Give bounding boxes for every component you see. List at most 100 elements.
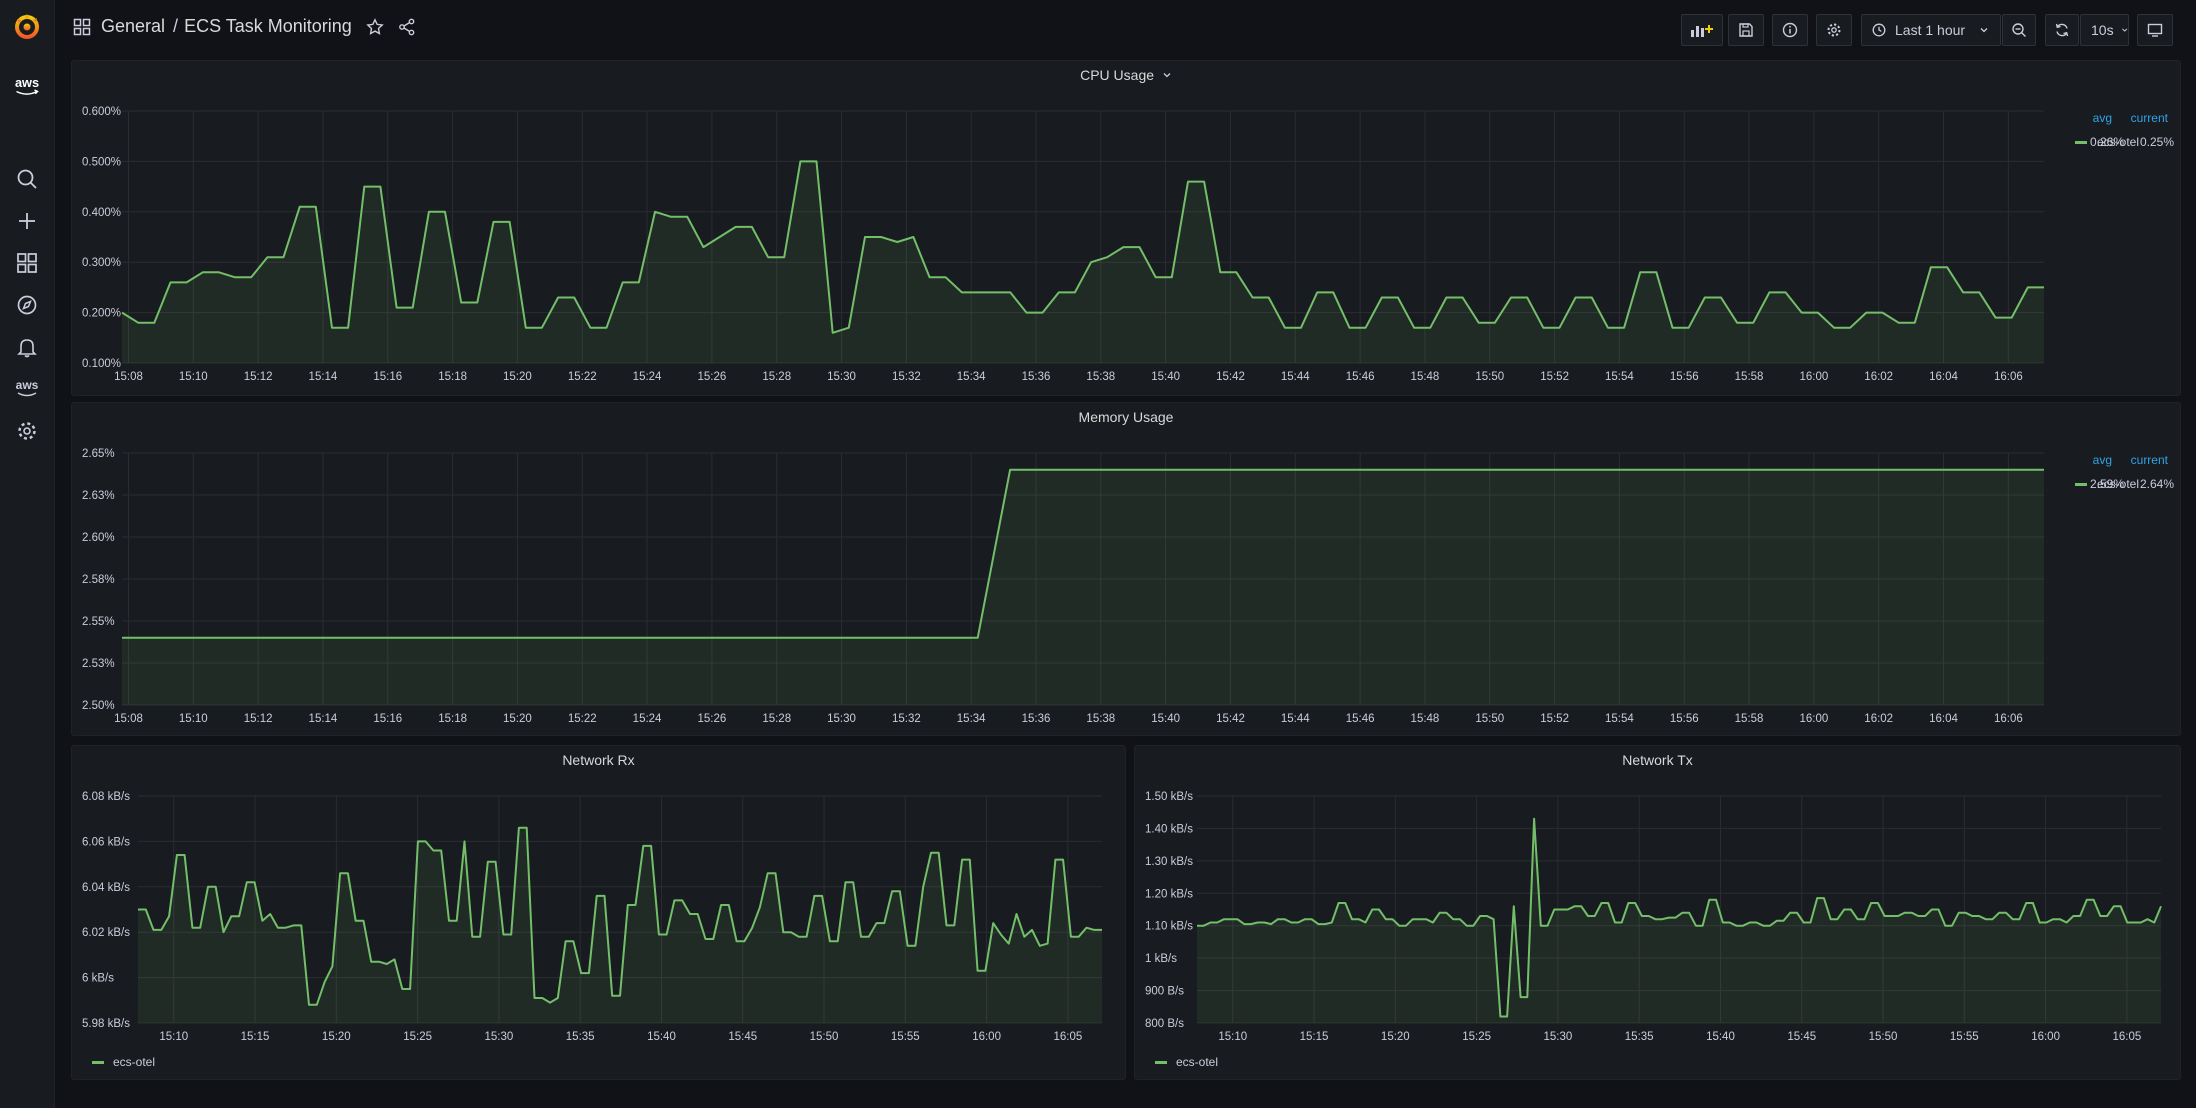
x-tick-label: 15:20 — [503, 371, 532, 383]
x-tick-label: 15:18 — [438, 713, 467, 725]
add-panel-icon — [1691, 25, 1713, 37]
x-tick-label: 15:36 — [1022, 713, 1051, 725]
x-tick-label: 15:08 — [114, 713, 143, 725]
series-area-ecs-otel — [1197, 818, 2161, 1023]
x-tick-label: 16:06 — [1994, 371, 2023, 383]
x-tick-label: 15:12 — [244, 371, 273, 383]
x-tick-label: 15:12 — [244, 713, 273, 725]
star-icon[interactable] — [366, 17, 384, 36]
panel-network-rx[interactable]: Network Rx ecs-otel 5.98 kB/s 6 kB/s 6.02 … — [71, 745, 1126, 1080]
x-tick-label: 15:45 — [1787, 1031, 1816, 1043]
tv-mode-button[interactable] — [2137, 14, 2173, 46]
breadcrumb-folder[interactable]: General — [101, 16, 165, 37]
x-tick-label: 15:36 — [1022, 371, 1051, 383]
x-tick-label: 15:15 — [241, 1031, 270, 1043]
memory-usage-chart[interactable]: avg current ecs-otel 2.59% 2.64% 2.50%2.… — [72, 403, 2182, 737]
panel-network-tx[interactable]: Network Tx ecs-otel 800 B/s 900 B/s 1 kB/s… — [1134, 745, 2181, 1080]
y-tick-label: 1.10 kB/s — [1145, 921, 1193, 933]
legend-value-current: 2.64% — [2140, 477, 2174, 491]
legend-series-name[interactable]: ecs-otel — [1176, 1055, 1218, 1069]
x-tick-label: 15:22 — [568, 371, 597, 383]
aws-logo-icon[interactable]: aws — [12, 70, 42, 104]
x-tick-label: 15:35 — [1625, 1031, 1654, 1043]
x-tick-label: 15:28 — [762, 713, 791, 725]
x-tick-label: 15:08 — [114, 371, 143, 383]
clock-icon — [1872, 23, 1886, 37]
dashboard-settings-button[interactable] — [1816, 14, 1852, 46]
network-rx-chart[interactable]: ecs-otel 5.98 kB/s 6 kB/s 6.02 kB/s 6.04 kB… — [72, 746, 1127, 1081]
y-tick-label: 800 B/s — [1145, 1018, 1184, 1030]
y-tick-label: 1.40 kB/s — [1145, 823, 1193, 835]
search-icon[interactable] — [12, 164, 42, 194]
x-tick-label: 15:50 — [1475, 371, 1504, 383]
y-tick-label: 6.04 kB/s — [82, 882, 130, 894]
x-tick-label: 15:30 — [827, 371, 856, 383]
y-tick-label: 1 kB/s — [1145, 953, 1177, 965]
legend-header-current[interactable]: current — [2131, 453, 2169, 467]
y-tick-label: 0.500% — [82, 156, 121, 168]
legend-header-avg[interactable]: avg — [2093, 111, 2112, 125]
y-tick-label: 2.63% — [82, 490, 115, 502]
x-tick-label: 15:30 — [484, 1031, 513, 1043]
legend-header-current[interactable]: current — [2131, 111, 2169, 125]
x-tick-label: 15:42 — [1216, 713, 1245, 725]
zoom-out-button[interactable] — [2002, 14, 2036, 46]
x-tick-label: 16:04 — [1929, 371, 1958, 383]
network-tx-chart[interactable]: ecs-otel 800 B/s 900 B/s 1 kB/s 1.10 kB/s 1.… — [1135, 746, 2182, 1081]
sidebar: aws aws — [0, 0, 55, 1108]
refresh-interval-picker[interactable]: 10s — [2080, 14, 2129, 46]
legend-value-avg: 0.26% — [2090, 135, 2124, 149]
y-tick-label: 6.02 kB/s — [82, 927, 130, 939]
dashboard-grid-icon — [73, 18, 91, 35]
y-tick-label: 1.30 kB/s — [1145, 856, 1193, 868]
x-tick-label: 15:52 — [1540, 371, 1569, 383]
x-tick-label: 15:40 — [1151, 713, 1180, 725]
x-tick-label: 15:50 — [1475, 713, 1504, 725]
save-icon — [1739, 23, 1753, 37]
plus-icon[interactable] — [12, 206, 42, 236]
x-tick-label: 16:06 — [1994, 713, 2023, 725]
monitor-icon — [2147, 23, 2163, 37]
chart-layer: 0.100% 0.200% 0.300% 0.400% 0.500% 0.600% 15:0… — [82, 106, 2044, 383]
cpu-usage-chart[interactable]: avg current ecs-otel 0.26% 0.25% 0.100%0… — [72, 61, 2182, 397]
x-tick-label: 15:25 — [1462, 1031, 1491, 1043]
x-tick-label: 15:55 — [1950, 1031, 1979, 1043]
chart-layer: 2.50% 2.53% 2.55% 2.58% 2.60% 2.63% 2.65% 15:08… — [82, 448, 2044, 725]
y-tick-label: 0.400% — [82, 207, 121, 219]
y-tick-label: 6.06 kB/s — [82, 836, 130, 848]
alerting-bell-icon[interactable] — [12, 332, 42, 362]
gear-icon — [1827, 23, 1841, 37]
x-tick-label: 15:16 — [373, 371, 402, 383]
time-range-picker[interactable]: Last 1 hour — [1861, 14, 2001, 46]
refresh-button[interactable] — [2045, 14, 2079, 46]
chevron-down-icon — [2121, 28, 2127, 32]
x-tick-label: 15:54 — [1605, 371, 1634, 383]
add-panel-button[interactable] — [1681, 14, 1723, 46]
x-tick-label: 16:00 — [1799, 713, 1828, 725]
x-tick-label: 15:20 — [503, 713, 532, 725]
zoom-out-icon — [2012, 23, 2026, 37]
dashboards-icon[interactable] — [12, 248, 42, 278]
x-tick-label: 15:26 — [697, 371, 726, 383]
legend-header-avg[interactable]: avg — [2093, 453, 2112, 467]
legend-series-name[interactable]: ecs-otel — [113, 1055, 155, 1069]
x-tick-label: 16:04 — [1929, 713, 1958, 725]
settings-gear-icon[interactable] — [12, 416, 42, 446]
x-tick-label: 15:28 — [762, 371, 791, 383]
aws-small-text: aws — [16, 378, 39, 392]
panel-memory-usage[interactable]: Memory Usage avg current ecs-otel 2.59% … — [71, 402, 2181, 736]
share-icon[interactable] — [398, 18, 416, 36]
panel-cpu-usage[interactable]: CPU Usage avg current ecs-otel 0.26% 0.2… — [71, 60, 2181, 396]
dashboard-info-button[interactable] — [1772, 14, 1808, 46]
x-tick-label: 15:56 — [1670, 713, 1699, 725]
x-tick-label: 15:22 — [568, 713, 597, 725]
save-dashboard-button[interactable] — [1728, 14, 1764, 46]
grafana-logo-icon[interactable] — [12, 11, 42, 41]
refresh-icon — [2055, 23, 2069, 37]
aws-small-icon[interactable]: aws — [12, 374, 42, 404]
explore-compass-icon[interactable] — [12, 290, 42, 320]
chevron-down-icon — [1980, 28, 1988, 33]
dashboard-title[interactable]: ECS Task Monitoring — [184, 16, 352, 37]
x-tick-label: 15:55 — [891, 1031, 920, 1043]
x-tick-label: 15:30 — [827, 713, 856, 725]
